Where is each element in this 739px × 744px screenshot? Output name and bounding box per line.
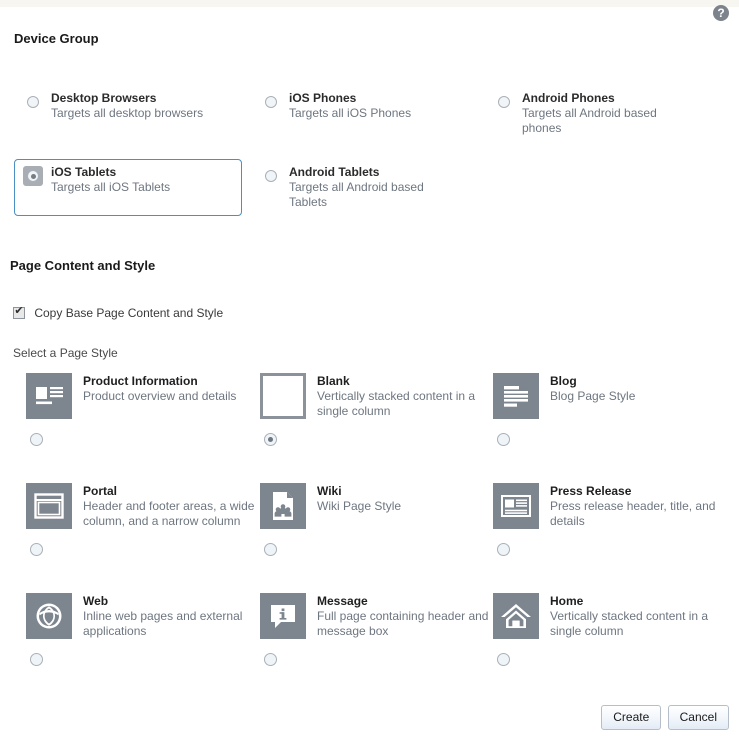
page-style-option-blog[interactable]: Blog Blog Page Style (493, 373, 728, 446)
page-style-option-portal[interactable]: Portal Header and footer areas, a wide c… (26, 483, 261, 556)
device-group-option-desc: Targets all iOS Tablets (51, 180, 171, 194)
radio-android-phones[interactable] (498, 96, 510, 108)
radio-web[interactable] (30, 653, 43, 666)
message-icon[interactable] (260, 593, 306, 639)
page-style-desc: Vertically stacked content in a single c… (550, 609, 709, 638)
press-release-icon[interactable] (493, 483, 539, 529)
page-style-name: Blog (550, 374, 577, 388)
radio-ios-tablets[interactable] (27, 170, 39, 182)
copy-base-page-checkbox[interactable] (13, 305, 25, 319)
device-group-option-label: Android Tablets (289, 165, 380, 179)
dialog-footer: Create Cancel (598, 705, 729, 730)
page-style-desc: Wiki Page Style (317, 499, 402, 513)
page-style-option-home[interactable]: Home Vertically stacked content in a sin… (493, 593, 728, 666)
device-group-option-ios-tablets[interactable]: iOS Tablets Targets all iOS Tablets (14, 159, 242, 216)
device-group-option-label: Android Phones (522, 91, 615, 105)
page-style-name: Wiki (317, 484, 342, 498)
page-style-desc: Inline web pages and external applicatio… (83, 609, 243, 638)
page-style-option-wiki[interactable]: Wiki Wiki Page Style (260, 483, 495, 556)
page-style-desc: Press release header, title, and details (550, 499, 716, 528)
radio-desktop-browsers[interactable] (27, 96, 39, 108)
page-style-name: Product Information (83, 374, 198, 388)
product-information-icon[interactable] (26, 373, 72, 419)
radio-press-release[interactable] (497, 543, 510, 556)
portal-icon[interactable] (26, 483, 72, 529)
radio-wrap (497, 433, 510, 446)
blank-page-icon[interactable] (260, 373, 306, 419)
radio-blank[interactable] (264, 433, 277, 446)
page-style-option-web[interactable]: Web Inline web pages and external applic… (26, 593, 261, 666)
device-group-option-android-tablets[interactable]: Android Tablets Targets all Android base… (252, 159, 480, 216)
radio-focus-highlight (23, 166, 43, 186)
page-style-desc: Full page containing header and message … (317, 609, 489, 638)
radio-android-tablets[interactable] (265, 170, 277, 182)
page-style-desc: Vertically stacked content in a single c… (317, 389, 476, 418)
page-style-name: Home (550, 594, 584, 608)
radio-wrap (264, 433, 277, 446)
device-group-option-desc: Targets all iOS Phones (289, 106, 412, 120)
create-button[interactable]: Create (601, 705, 662, 730)
device-group-option-label: Desktop Browsers (51, 91, 157, 105)
device-group-option-label: iOS Tablets (51, 165, 117, 179)
top-band-divider (0, 0, 739, 7)
help-icon[interactable]: ? (713, 5, 729, 21)
page-style-name: Web (83, 594, 109, 608)
copy-base-page-row[interactable]: Copy Base Page Content and Style (13, 305, 224, 320)
page-style-option-product-information[interactable]: Product Information Product overview and… (26, 373, 261, 446)
cancel-button[interactable]: Cancel (667, 705, 729, 730)
radio-blog[interactable] (497, 433, 510, 446)
page-style-option-blank[interactable]: Blank Vertically stacked content in a si… (260, 373, 495, 446)
web-icon[interactable] (26, 593, 72, 639)
device-group-option-desktop-browsers[interactable]: Desktop Browsers Targets all desktop bro… (14, 85, 242, 137)
device-group-option-label: iOS Phones (289, 91, 357, 105)
radio-wrap (30, 543, 43, 556)
radio-message[interactable] (264, 653, 277, 666)
create-page-dialog: ? Device Group Desktop Browsers Targets … (0, 0, 739, 744)
device-group-section-title: Device Group (14, 31, 99, 46)
home-icon[interactable] (493, 593, 539, 639)
radio-ios-phones[interactable] (265, 96, 277, 108)
device-group-option-desc: Targets all Android based phones (522, 106, 657, 135)
device-group-option-desc: Targets all Android based Tablets (289, 180, 424, 209)
page-style-name: Blank (317, 374, 350, 388)
wiki-icon[interactable] (260, 483, 306, 529)
page-style-desc: Product overview and details (83, 389, 237, 403)
page-style-name: Press Release (550, 484, 632, 498)
page-style-row-1: Product Information Product overview and… (26, 373, 726, 483)
page-style-option-press-release[interactable]: Press Release Press release header, titl… (493, 483, 728, 556)
radio-product-information[interactable] (30, 433, 43, 446)
radio-wrap (264, 543, 277, 556)
page-content-section-title: Page Content and Style (10, 258, 156, 273)
radio-wrap (264, 653, 277, 666)
radio-portal[interactable] (30, 543, 43, 556)
page-style-options: Product Information Product overview and… (26, 373, 726, 703)
radio-wrap (497, 543, 510, 556)
device-group-row-1: Desktop Browsers Targets all desktop bro… (14, 85, 726, 159)
device-group-option-desc: Targets all desktop browsers (51, 106, 204, 120)
page-style-name: Message (317, 594, 368, 608)
device-group-option-android-phones[interactable]: Android Phones Targets all Android based… (485, 85, 713, 142)
radio-wrap (497, 653, 510, 666)
select-page-style-label: Select a Page Style (13, 346, 118, 360)
page-style-option-message[interactable]: Message Full page containing header and … (260, 593, 495, 666)
device-group-option-ios-phones[interactable]: iOS Phones Targets all iOS Phones (252, 85, 480, 137)
radio-wrap (30, 433, 43, 446)
page-style-row-3: Web Inline web pages and external applic… (26, 593, 726, 703)
page-style-name: Portal (83, 484, 118, 498)
radio-home[interactable] (497, 653, 510, 666)
radio-wrap (30, 653, 43, 666)
page-style-desc: Header and footer areas, a wide column, … (83, 499, 255, 528)
blog-icon[interactable] (493, 373, 539, 419)
device-group-options: Desktop Browsers Targets all desktop bro… (14, 85, 726, 233)
radio-wiki[interactable] (264, 543, 277, 556)
page-style-desc: Blog Page Style (550, 389, 636, 403)
device-group-row-2: iOS Tablets Targets all iOS Tablets Andr… (14, 159, 726, 233)
copy-base-page-label: Copy Base Page Content and Style (34, 306, 224, 320)
page-style-row-2: Portal Header and footer areas, a wide c… (26, 483, 726, 593)
